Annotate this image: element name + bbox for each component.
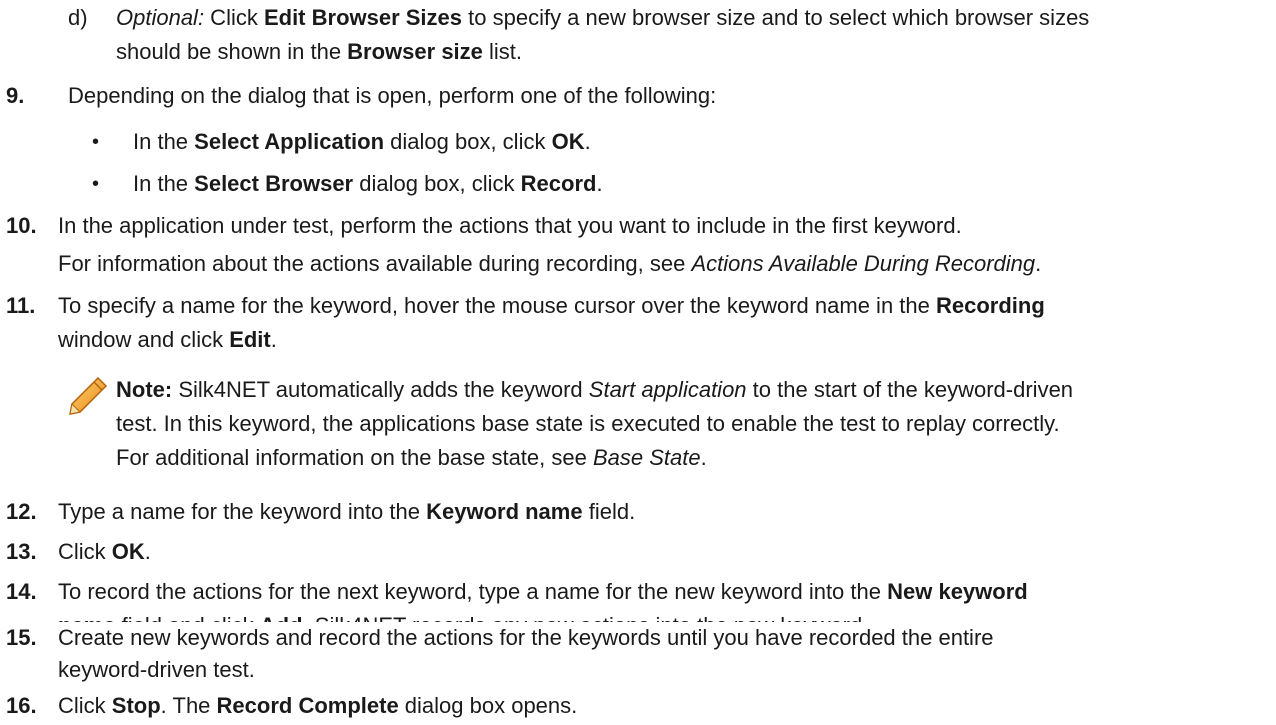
step-text: In the application under test, perform t… [58,213,962,238]
step-10: 10. In the application under test, perfo… [0,210,1262,290]
step-number: 10. [6,213,37,238]
step-13: 13. Click OK. [0,536,1262,570]
step-12: 12. Type a name for the keyword into the… [0,496,1262,530]
step-16: 16. Click Stop. The Record Complete dial… [0,690,1262,724]
link-actions-available[interactable]: Actions Available During Recording [691,251,1035,276]
step-9: 9. Depending on the dialog that is open,… [0,80,1262,230]
bullet-icon: • [92,131,100,153]
step-number: 12. [6,499,37,524]
step-number: 9. [6,83,25,108]
step-11: 11. To specify a name for the keyword, h… [0,290,1262,360]
substep-d-line2: should be shown in the Browser size list… [116,39,523,64]
note-block: Note: Silk4NET automatically adds the ke… [0,374,1262,484]
bullet-icon: • [92,173,100,195]
step-number: 15. [6,625,37,650]
step-number: 13. [6,539,37,564]
step-number: 16. [6,693,37,718]
step-number: 11. [6,293,36,318]
step-number: 14. [6,579,37,604]
pencil-icon [69,376,108,415]
substep-label: d) [68,5,88,30]
substep-d-line1: Optional: Click Edit Browser Sizes to sp… [116,5,1090,30]
document-page: d) Optional: Click Edit Browser Sizes to… [0,0,1276,725]
step-info: For information about the actions availa… [58,251,1042,276]
link-base-state[interactable]: Base State [593,445,701,470]
substep-d: d) Optional: Click Edit Browser Sizes to… [0,0,1262,70]
note-label: Note: [116,377,173,402]
step-15: 15. Create new keywords and record the a… [0,622,1262,690]
step-text: Depending on the dialog that is open, pe… [68,83,717,108]
